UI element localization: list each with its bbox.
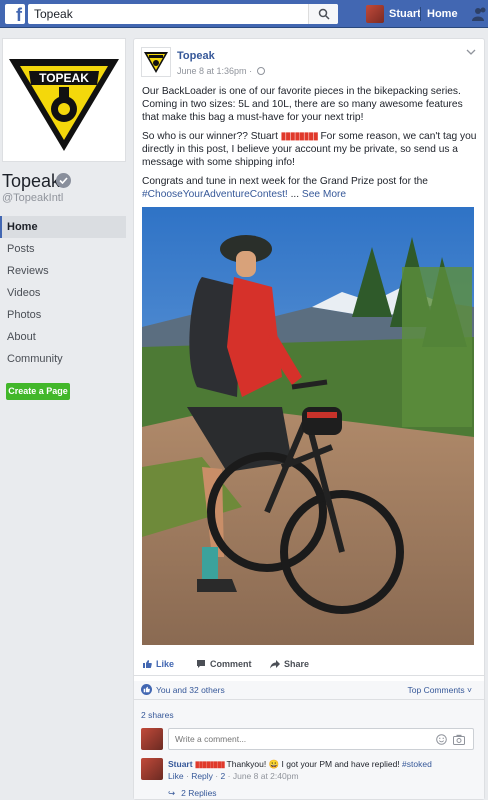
top-nav-bar: f Stuart Home bbox=[0, 0, 488, 28]
post-paragraph: Our BackLoader is one of our favorite pi… bbox=[142, 86, 463, 123]
friend-requests-icon[interactable] bbox=[472, 6, 488, 22]
separator-dot: · bbox=[249, 66, 253, 76]
post-text-fragment: So who is our winner?? Stuart bbox=[142, 131, 281, 142]
post-actions: Like Comment Share bbox=[134, 656, 484, 676]
nav-item-reviews[interactable]: Reviews bbox=[0, 260, 126, 282]
comment-label: Comment bbox=[210, 659, 252, 669]
share-label: Share bbox=[284, 659, 310, 669]
divider bbox=[420, 7, 421, 21]
comment-like-link[interactable]: Like bbox=[168, 771, 184, 781]
comment-icon bbox=[197, 660, 205, 668]
topeak-logo bbox=[144, 52, 168, 73]
comment-text: Thankyou! 😀 I got your PM and have repli… bbox=[224, 759, 403, 769]
comment-button[interactable]: Comment bbox=[196, 659, 252, 669]
facebook-logo-icon[interactable]: f bbox=[5, 4, 25, 25]
user-avatar[interactable] bbox=[366, 5, 384, 23]
separator-dot: · bbox=[215, 771, 219, 781]
page-handle[interactable]: @TopeakIntl bbox=[2, 192, 63, 204]
shares-link[interactable]: 2 shares bbox=[141, 710, 174, 720]
like-button[interactable]: Like bbox=[142, 659, 174, 669]
post-paragraph: Congrats and tune in next week for the G… bbox=[142, 175, 478, 201]
page-nav: Home Posts Reviews Videos Photos About C… bbox=[0, 216, 126, 370]
hashtag-link[interactable]: #ChooseYourAdventureContest! bbox=[142, 189, 288, 200]
topeak-logo: TOPEAK bbox=[9, 59, 119, 151]
verified-badge-icon bbox=[56, 173, 71, 188]
home-link[interactable]: Home bbox=[427, 8, 458, 20]
page-profile-picture[interactable]: TOPEAK bbox=[2, 38, 126, 162]
post-body: Our BackLoader is one of our favorite pi… bbox=[142, 85, 478, 207]
like-reaction-icon bbox=[141, 684, 152, 695]
reactions-count-link[interactable]: You and 32 others bbox=[156, 685, 225, 695]
hashtag-link[interactable]: #stoked bbox=[402, 759, 432, 769]
redacted-name: ▮▮▮▮▮▮▮▮ bbox=[194, 759, 225, 769]
comment-item: Stuart ▮▮▮▮▮▮▮▮ Thankyou! 😀 I got your P… bbox=[168, 758, 474, 782]
search-button[interactable] bbox=[308, 4, 338, 24]
view-replies-link[interactable]: ↪ 2 Replies bbox=[168, 788, 217, 799]
photo-image bbox=[142, 207, 474, 645]
reactions-summary: You and 32 others Top Comments ˅ bbox=[134, 681, 484, 699]
top-comments-dropdown[interactable]: Top Comments ˅ bbox=[408, 685, 473, 695]
see-more-link[interactable]: See More bbox=[302, 189, 346, 200]
comment-input[interactable] bbox=[169, 729, 419, 749]
replies-count: 2 Replies bbox=[181, 788, 217, 798]
comment-reply-link[interactable]: Reply bbox=[191, 771, 213, 781]
emoji-icon[interactable] bbox=[436, 734, 447, 745]
search-box bbox=[28, 4, 338, 24]
nav-item-videos[interactable]: Videos bbox=[0, 282, 126, 304]
share-icon bbox=[270, 660, 280, 669]
post-timestamp[interactable]: June 8 at 1:36pm · bbox=[177, 66, 265, 76]
commenter-avatar[interactable] bbox=[141, 758, 163, 780]
comment-likes-count[interactable]: 2 bbox=[221, 771, 226, 781]
svg-text:TOPEAK: TOPEAK bbox=[39, 71, 89, 85]
separator-dot: · bbox=[185, 771, 189, 781]
comments-section: 2 shares Stuart ▮▮▮▮▮▮▮▮ Thankyou! 😀 I g… bbox=[134, 699, 484, 799]
user-name-link[interactable]: Stuart bbox=[389, 8, 421, 20]
page-title: Topeak bbox=[2, 171, 61, 191]
current-user-avatar[interactable] bbox=[141, 728, 163, 750]
nav-item-about[interactable]: About bbox=[0, 326, 126, 348]
camera-icon[interactable] bbox=[453, 734, 465, 745]
reply-arrow-icon: ↪ bbox=[168, 788, 176, 798]
ellipsis: ... bbox=[287, 189, 302, 200]
comment-timestamp[interactable]: June 8 at 2:40pm bbox=[233, 771, 299, 781]
comment-meta: Like · Reply · 2 · June 8 at 2:40pm bbox=[168, 770, 474, 782]
chevron-down-icon[interactable] bbox=[466, 49, 476, 55]
post-author-avatar[interactable] bbox=[141, 47, 171, 77]
post-text-fragment: Congrats and tune in next week for the G… bbox=[142, 176, 428, 187]
search-icon bbox=[318, 8, 330, 20]
commenter-name[interactable]: Stuart bbox=[168, 759, 195, 769]
nav-item-photos[interactable]: Photos bbox=[0, 304, 126, 326]
post-author-name[interactable]: Topeak bbox=[177, 50, 215, 62]
like-label: Like bbox=[156, 659, 175, 669]
separator-dot: · bbox=[227, 771, 231, 781]
nav-item-posts[interactable]: Posts bbox=[0, 238, 126, 260]
search-input[interactable] bbox=[28, 4, 308, 24]
comment-composer bbox=[168, 728, 474, 750]
nav-item-home[interactable]: Home bbox=[0, 216, 126, 238]
thumbs-up-icon bbox=[143, 660, 152, 668]
share-button[interactable]: Share bbox=[270, 659, 309, 669]
nav-item-community[interactable]: Community bbox=[0, 348, 126, 370]
post-card: Topeak June 8 at 1:36pm · Our BackLoader… bbox=[133, 38, 485, 800]
redacted-name: ▮▮▮▮▮▮▮▮ bbox=[280, 131, 319, 142]
post-time-text: June 8 at 1:36pm bbox=[177, 66, 247, 76]
globe-icon bbox=[256, 67, 265, 75]
post-paragraph: So who is our winner?? Stuart ▮▮▮▮▮▮▮▮ F… bbox=[142, 130, 478, 169]
create-page-button[interactable]: Create a Page bbox=[6, 383, 70, 400]
post-photo[interactable] bbox=[142, 207, 474, 645]
